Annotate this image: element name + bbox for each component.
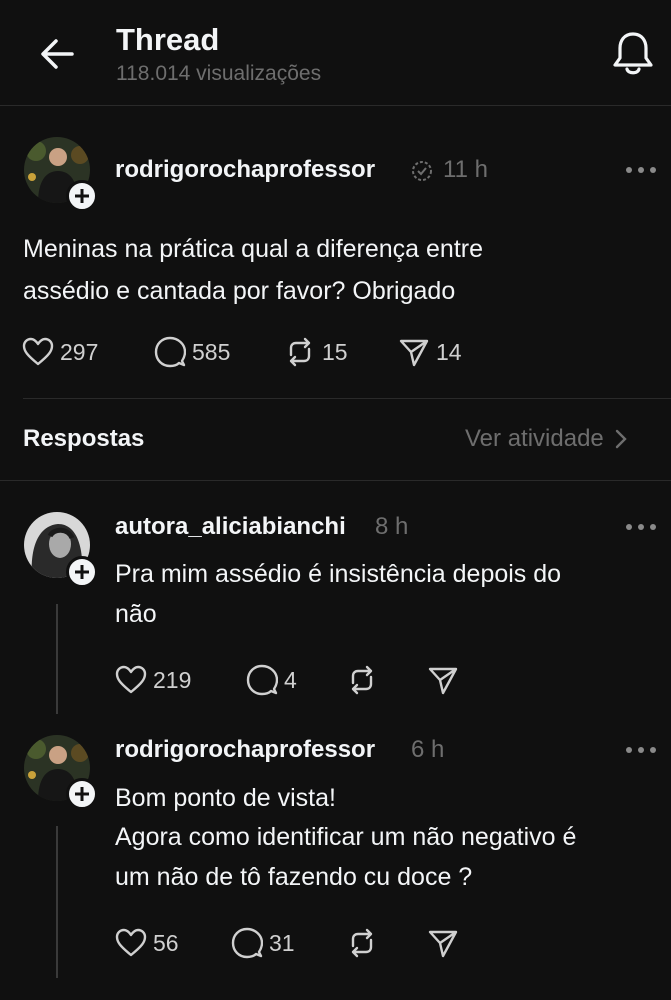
follow-plus-icon[interactable] xyxy=(66,778,98,810)
top-bar: Thread 118.014 visualizações xyxy=(0,0,671,106)
bell-icon[interactable] xyxy=(610,28,656,78)
like-button[interactable]: 56 xyxy=(115,926,179,960)
comment-count: 585 xyxy=(192,338,231,365)
share-button[interactable]: 14 xyxy=(398,335,462,369)
reply-text-line: um não de tô fazendo cu doce ? xyxy=(115,863,473,891)
like-count: 56 xyxy=(153,929,179,956)
thread-line xyxy=(56,826,58,978)
repost-count: 15 xyxy=(322,338,348,365)
comment-button[interactable]: 31 xyxy=(231,926,295,960)
view-activity-label: Ver atividade xyxy=(465,425,604,452)
repost-button[interactable]: 15 xyxy=(284,335,348,369)
post-text-line: assédio e cantada por favor? Obrigado xyxy=(23,277,456,305)
reply-username[interactable]: autora_aliciabianchi xyxy=(115,513,346,541)
repost-icon xyxy=(289,337,311,367)
share-button[interactable] xyxy=(427,663,459,697)
post-text-line: Meninas na prática qual a diferença entr… xyxy=(23,235,484,263)
send-icon xyxy=(399,339,429,367)
follow-plus-icon[interactable] xyxy=(66,556,98,588)
reply-text-line: Pra mim assédio é insistência depois do xyxy=(115,560,562,588)
reply-text-line: Bom ponto de vista! xyxy=(115,784,336,812)
repost-icon xyxy=(351,928,373,958)
post-time: 11 h xyxy=(443,156,488,183)
reply-time: 6 h xyxy=(411,736,445,763)
comment-icon xyxy=(246,664,278,696)
view-activity-link[interactable]: Ver atividade xyxy=(465,425,628,453)
more-horizontal-icon[interactable] xyxy=(626,522,660,532)
divider xyxy=(23,398,671,399)
heart-icon xyxy=(22,337,54,366)
send-icon xyxy=(428,667,458,695)
post-username[interactable]: rodrigorochaprofessor xyxy=(115,156,375,184)
share-count: 14 xyxy=(436,338,462,365)
thread-line xyxy=(56,604,58,714)
like-count: 297 xyxy=(60,338,99,365)
page-title: Thread xyxy=(116,22,220,57)
more-horizontal-icon[interactable] xyxy=(626,165,660,175)
divider xyxy=(0,480,671,481)
arrow-left-icon[interactable] xyxy=(36,32,80,76)
share-button[interactable] xyxy=(427,926,459,960)
reply-username[interactable]: rodrigorochaprofessor xyxy=(115,736,375,764)
verified-icon xyxy=(412,161,432,181)
comment-button[interactable]: 4 xyxy=(246,663,297,697)
like-count: 219 xyxy=(153,666,192,693)
heart-icon xyxy=(115,665,147,694)
repost-button[interactable] xyxy=(346,926,378,960)
like-button[interactable]: 297 xyxy=(22,335,98,369)
reply-text-line: não xyxy=(115,600,157,628)
like-button[interactable]: 219 xyxy=(115,663,191,697)
repost-icon xyxy=(351,665,373,695)
comment-icon xyxy=(231,927,263,959)
follow-plus-icon[interactable] xyxy=(66,180,98,212)
chevron-right-icon xyxy=(615,429,627,449)
repost-button[interactable] xyxy=(346,663,378,697)
reply-time: 8 h xyxy=(375,513,409,540)
comment-count: 4 xyxy=(284,666,297,693)
heart-icon xyxy=(115,928,147,957)
comment-button[interactable]: 585 xyxy=(154,335,230,369)
comment-count: 31 xyxy=(269,929,295,956)
more-horizontal-icon[interactable] xyxy=(626,745,660,755)
send-icon xyxy=(428,930,458,958)
comment-icon xyxy=(154,336,186,368)
replies-title: Respostas xyxy=(23,425,145,452)
view-count: 118.014 visualizações xyxy=(116,62,322,85)
reply-text-line: Agora como identificar um não negativo é xyxy=(115,823,577,851)
